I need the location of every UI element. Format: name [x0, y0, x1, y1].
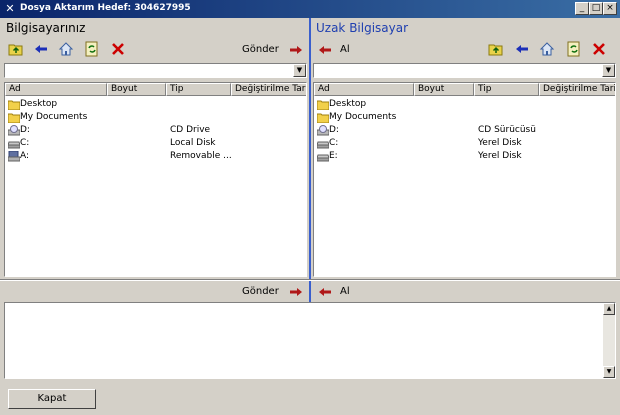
send-arrow-icon[interactable]: [288, 284, 304, 300]
column-header-size[interactable]: Boyut: [107, 83, 166, 96]
column-header-modified[interactable]: Değiştirilme Tarihi: [231, 83, 306, 96]
hard-disk-icon: [8, 141, 20, 149]
folder-icon: [8, 100, 20, 110]
send-arrow-icon[interactable]: [288, 42, 304, 58]
local-file-list[interactable]: Ad Boyut Tip Değiştirilme Tarihi Desktop…: [4, 82, 307, 277]
receive-arrow-icon[interactable]: [317, 284, 333, 300]
delete-icon[interactable]: [591, 41, 607, 57]
list-item[interactable]: E: Yerel Disk: [314, 150, 615, 163]
up-folder-icon[interactable]: [8, 41, 24, 57]
transfer-receive-label[interactable]: Al: [340, 286, 350, 297]
list-item[interactable]: D: CD Drive: [5, 124, 306, 137]
chevron-down-icon[interactable]: ▼: [293, 64, 306, 77]
local-panel-title: Bilgisayarınız: [6, 21, 86, 35]
home-icon[interactable]: [539, 41, 555, 57]
remote-file-list[interactable]: Ad Boyut Tip Değiştirilme Tarihi Desktop…: [313, 82, 616, 277]
refresh-icon[interactable]: [84, 41, 100, 57]
scroll-up-icon[interactable]: ▲: [603, 303, 615, 315]
list-item[interactable]: Desktop: [5, 98, 306, 111]
folder-icon: [8, 113, 20, 123]
column-header-modified[interactable]: Değiştirilme Tarihi: [539, 83, 615, 96]
list-item[interactable]: My Documents: [5, 111, 306, 124]
refresh-icon[interactable]: [566, 41, 582, 57]
floppy-drive-icon: [8, 151, 20, 162]
hard-disk-icon: [317, 141, 329, 149]
column-header-type[interactable]: Tip: [474, 83, 539, 96]
delete-icon[interactable]: [110, 41, 126, 57]
hard-disk-icon: [317, 154, 329, 162]
title-bar: ✕ Dosya Aktarım Hedef: 304627995 _ □ ×: [0, 0, 620, 18]
column-header-type[interactable]: Tip: [166, 83, 231, 96]
up-folder-icon[interactable]: [488, 41, 504, 57]
divider: [0, 280, 620, 281]
close-button[interactable]: ×: [603, 2, 617, 15]
list-item[interactable]: C: Local Disk: [5, 137, 306, 150]
back-arrow-icon[interactable]: [514, 41, 530, 57]
close-dialog-button[interactable]: Kapat: [8, 389, 96, 409]
folder-icon: [317, 100, 329, 110]
transfer-send-label[interactable]: Gönder: [242, 286, 279, 297]
remote-panel-title: Uzak Bilgisayar: [316, 21, 409, 35]
app-icon: ✕: [5, 2, 15, 15]
transfer-log[interactable]: ▲ ▼: [4, 302, 616, 379]
remote-path-dropdown[interactable]: ▼: [313, 63, 616, 78]
cd-drive-icon: [8, 125, 20, 136]
list-item[interactable]: A: Removable ...: [5, 150, 306, 163]
list-item[interactable]: D: CD Sürücüsü: [314, 124, 615, 137]
chevron-down-icon[interactable]: ▼: [602, 64, 615, 77]
back-arrow-icon[interactable]: [33, 41, 49, 57]
maximize-button[interactable]: □: [589, 2, 603, 15]
vertical-scrollbar[interactable]: ▲ ▼: [603, 303, 615, 378]
local-send-label[interactable]: Gönder: [242, 44, 279, 55]
scroll-down-icon[interactable]: ▼: [603, 366, 615, 378]
receive-arrow-icon[interactable]: [317, 42, 333, 58]
list-item[interactable]: Desktop: [314, 98, 615, 111]
column-header-name[interactable]: Ad: [5, 83, 107, 96]
list-item[interactable]: C: Yerel Disk: [314, 137, 615, 150]
column-header-size[interactable]: Boyut: [414, 83, 474, 96]
home-icon[interactable]: [58, 41, 74, 57]
minimize-button[interactable]: _: [575, 2, 589, 15]
cd-drive-icon: [317, 125, 329, 136]
panel-separator[interactable]: [309, 18, 311, 302]
folder-icon: [317, 113, 329, 123]
list-item[interactable]: My Documents: [314, 111, 615, 124]
local-path-dropdown[interactable]: ▼: [4, 63, 307, 78]
remote-receive-label[interactable]: Al: [340, 44, 350, 55]
window-title: Dosya Aktarım Hedef: 304627995: [20, 3, 191, 13]
column-header-name[interactable]: Ad: [314, 83, 414, 96]
